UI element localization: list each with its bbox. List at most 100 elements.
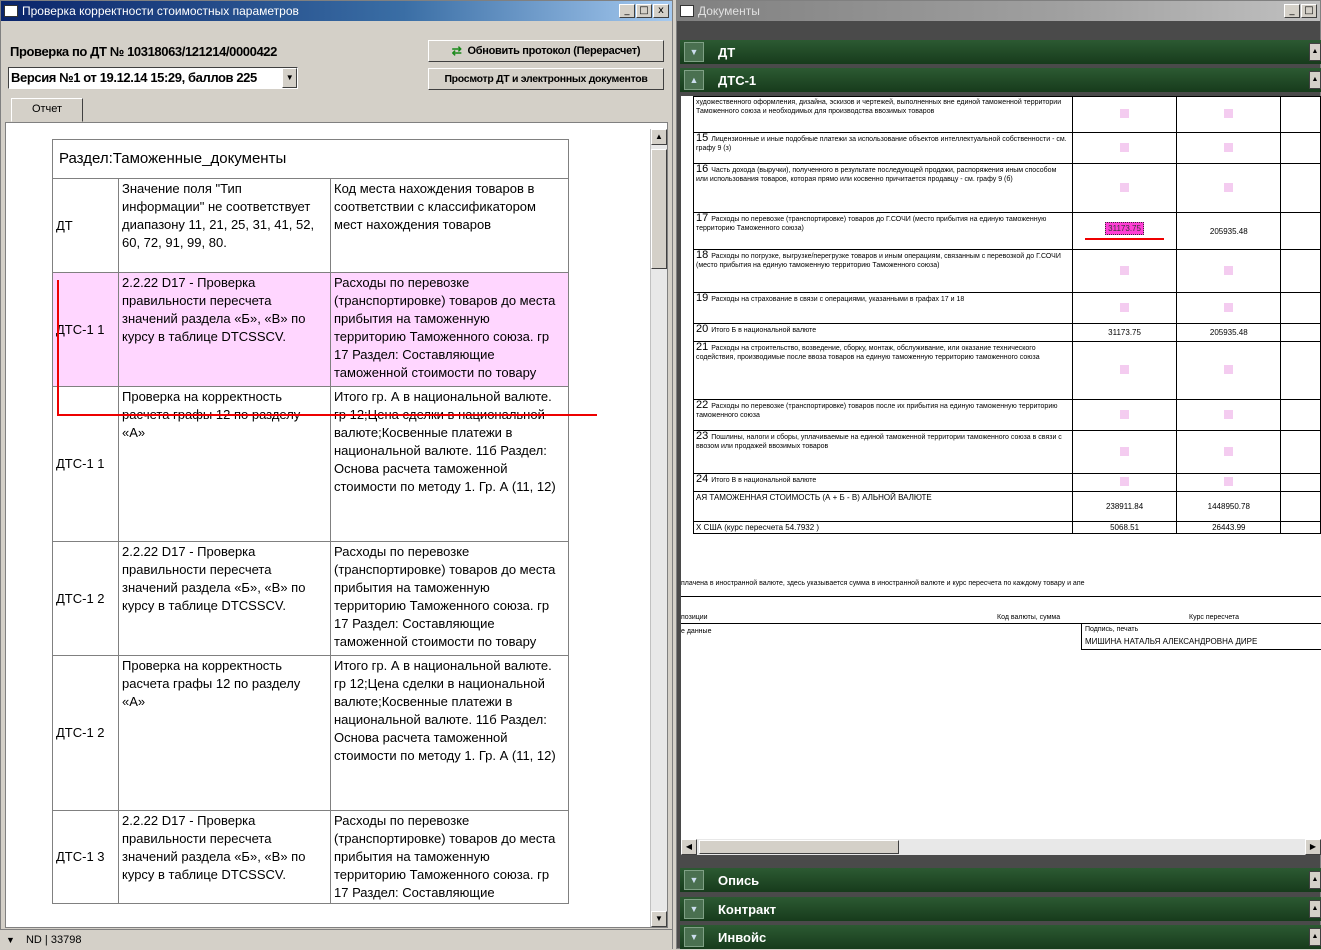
scroll-left-icon[interactable]: ◀	[681, 839, 697, 855]
scroll-up-icon[interactable]: ▲	[1309, 928, 1321, 946]
scroll-down-icon[interactable]: ▼	[651, 911, 667, 927]
check-window-titlebar[interactable]: Проверка корректности стоимостных параме…	[1, 1, 672, 21]
scrollbar-thumb[interactable]	[651, 149, 667, 269]
field-cell: Расходы по перевозке (транспортировке) т…	[330, 272, 569, 387]
doc-row: АЯ ТАМОЖЕННАЯ СТОИМОСТЬ (А + Б - В) АЛЬН…	[693, 491, 1321, 522]
chevron-down-icon[interactable]: ▼	[684, 899, 704, 919]
empty-value-marker[interactable]	[1224, 365, 1234, 374]
empty-value-marker[interactable]	[1120, 265, 1130, 275]
table-row[interactable]: ДТС-1 3 2.2.22 D17 - Проверка правильнос…	[52, 810, 569, 904]
check-cell: 2.2.22 D17 - Проверка правильности перес…	[118, 541, 331, 656]
annotation-line-horizontal	[57, 414, 597, 416]
document-hscrollbar[interactable]: ◀ ▶	[681, 839, 1321, 855]
footnote-text: плачена в иностранной валюте, здесь указ…	[681, 580, 1085, 587]
scroll-up-icon[interactable]: ▲	[1309, 71, 1321, 89]
empty-value-marker[interactable]	[1224, 109, 1234, 118]
check-cell: 2.2.22 D17 - Проверка правильности перес…	[118, 810, 331, 904]
filter-icon: ▼	[6, 935, 15, 945]
section-dt[interactable]: ▼ ДТ ▲	[680, 40, 1321, 64]
scrollbar-thumb[interactable]	[699, 840, 899, 854]
empty-value-marker[interactable]	[1224, 182, 1234, 192]
version-select-value: Версия №1 от 19.12.14 15:29, баллов 225	[11, 70, 257, 85]
window-title: Проверка корректности стоимостных параме…	[22, 4, 299, 18]
scroll-up-icon[interactable]: ▲	[1309, 871, 1321, 889]
empty-value-marker[interactable]	[1120, 477, 1130, 486]
doc-row-text: 16 Часть дохода (выручки), полученного в …	[693, 163, 1073, 213]
value-cell[interactable]: 1448950.78	[1176, 491, 1282, 522]
value-cell[interactable]: 26443.99	[1176, 521, 1282, 534]
table-row[interactable]: ДТ Значение поля "Тип информации" не соо…	[52, 178, 569, 273]
minimize-button[interactable]: _	[1284, 4, 1300, 18]
scroll-up-icon[interactable]: ▲	[651, 129, 667, 145]
version-select[interactable]: Версия №1 от 19.12.14 15:29, баллов 225 …	[8, 67, 298, 89]
empty-value-marker[interactable]	[1120, 302, 1130, 312]
table-row-highlighted[interactable]: ДТС-1 1 2.2.22 D17 - Проверка правильнос…	[52, 272, 569, 387]
doc-row-text: АЯ ТАМОЖЕННАЯ СТОИМОСТЬ (А + Б - В) АЛЬН…	[693, 491, 1073, 522]
empty-value-marker[interactable]	[1224, 265, 1234, 275]
chevron-down-icon[interactable]: ▼	[684, 42, 704, 62]
table-row[interactable]: ДТС-1 2 Проверка на корректность расчета…	[52, 655, 569, 811]
scroll-up-icon[interactable]: ▲	[1309, 900, 1321, 918]
empty-value-marker[interactable]	[1120, 142, 1130, 152]
chevron-down-icon[interactable]: ▼	[684, 870, 704, 890]
value-cell[interactable]: 205935.48	[1176, 323, 1282, 342]
doc-cell: ДТС-1 3	[52, 810, 119, 904]
section-dts1-label: ДТС-1	[718, 72, 757, 88]
minimize-button[interactable]: _	[619, 4, 635, 18]
footer-col-position: позиции	[681, 614, 708, 621]
scroll-right-icon[interactable]: ▶	[1305, 839, 1321, 855]
doc-row: 17 Расходы по перевозке (транспортировке)…	[693, 212, 1321, 250]
maximize-button[interactable]: □	[1301, 4, 1317, 18]
section-dt-label: ДТ	[718, 44, 736, 60]
empty-value-marker[interactable]	[1120, 446, 1130, 456]
empty-value-marker[interactable]	[1224, 302, 1234, 312]
check-cell: Проверка на корректность расчета графы 1…	[118, 386, 331, 542]
doc-row-text: 23 Пошлины, налоги и сборы, уплачиваемые …	[693, 430, 1073, 474]
maximize-button[interactable]: □	[636, 4, 652, 18]
view-documents-button[interactable]: Просмотр ДТ и электронных документов	[428, 68, 664, 90]
empty-value-marker[interactable]	[1224, 409, 1234, 419]
signature-name: МИШИНА НАТАЛЬЯ АЛЕКСАНДРОВНА ДИРЕ	[1085, 637, 1258, 646]
documents-window-titlebar[interactable]: Документы _ □	[677, 1, 1320, 21]
empty-value-marker[interactable]	[1120, 182, 1130, 192]
section-dts1[interactable]: ▲ ДТС-1 ▲	[680, 68, 1321, 92]
value-cell[interactable]: 238911.84	[1071, 491, 1178, 522]
annotation-line-vertical	[57, 280, 59, 416]
empty-value-marker[interactable]	[1224, 142, 1234, 152]
empty-value-marker[interactable]	[1120, 409, 1130, 419]
field-cell: Итого гр. А в национальной валюте. гр 12…	[330, 655, 569, 811]
value-cell[interactable]: 5068.51	[1071, 521, 1178, 534]
table-row[interactable]: ДТС-1 2 2.2.22 D17 - Проверка правильнос…	[52, 541, 569, 656]
value-cell[interactable]: 31173.75	[1071, 323, 1178, 342]
section-header: Раздел:Таможенные_документы	[52, 139, 569, 179]
doc-row: художественного оформления, дизайна, эск…	[693, 96, 1321, 133]
doc-row-text: 21 Расходы на строительство, возведение, …	[693, 341, 1073, 400]
section-invoice[interactable]: ▼ Инвойс ▲	[680, 925, 1321, 949]
scroll-up-icon[interactable]: ▲	[1309, 43, 1321, 61]
section-contract[interactable]: ▼ Контракт ▲	[680, 897, 1321, 921]
empty-value-marker[interactable]	[1120, 109, 1130, 118]
dt-number-label: Проверка по ДТ № 10318063/121214/0000422	[10, 44, 277, 59]
chevron-up-icon[interactable]: ▲	[684, 70, 704, 90]
footer-left-text: е данные	[681, 628, 712, 635]
refresh-protocol-button[interactable]: ⇄ Обновить протокол (Перерасчет)	[428, 40, 664, 62]
table-row[interactable]: ДТС-1 1 Проверка на корректность расчета…	[52, 386, 569, 542]
chevron-down-icon[interactable]: ▼	[684, 927, 704, 947]
doc-row: 19 Расходы на страхование в связи с опера…	[693, 292, 1321, 324]
doc-row: 15 Лицензионные и иные подобные платежи з…	[693, 132, 1321, 164]
selected-value[interactable]: 31173.75	[1105, 222, 1144, 235]
close-button[interactable]: x	[653, 4, 669, 18]
annotation-underline	[1084, 238, 1165, 240]
empty-value-marker[interactable]	[1120, 365, 1130, 374]
refresh-protocol-label: Обновить протокол (Перерасчет)	[467, 45, 641, 57]
empty-value-marker[interactable]	[1224, 477, 1234, 486]
check-cell: Проверка на корректность расчета графы 1…	[118, 655, 331, 811]
value-cell[interactable]: 205935.48	[1176, 212, 1282, 250]
empty-value-marker[interactable]	[1224, 446, 1234, 456]
documents-window-title: Документы	[698, 4, 760, 18]
tab-report[interactable]: Отчет	[11, 98, 83, 122]
section-inventory[interactable]: ▼ Опись ▲	[680, 868, 1321, 892]
chevron-down-icon[interactable]: ▼	[282, 68, 297, 88]
report-scrollbar[interactable]: ▲ ▼	[650, 129, 667, 927]
window-icon	[4, 5, 18, 17]
